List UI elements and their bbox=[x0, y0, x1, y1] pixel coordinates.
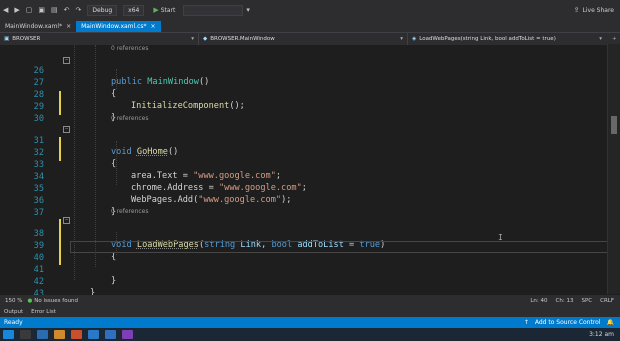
tab-error-list[interactable]: Error List bbox=[27, 309, 60, 315]
search-icon[interactable] bbox=[20, 330, 31, 339]
close-icon[interactable]: × bbox=[151, 23, 156, 30]
code-line-32: 32 { bbox=[0, 137, 610, 169]
project-label: BROWSER bbox=[12, 36, 41, 42]
code-line-35: 35 WebPages.Add("www.google.com"); bbox=[0, 173, 610, 205]
code-line-34: 34 chrome.Address = "www.google.com"; bbox=[0, 161, 610, 193]
forward-icon[interactable]: ▶ bbox=[14, 6, 19, 14]
code-line-43: 43 } bbox=[0, 278, 610, 310]
firefox-icon[interactable] bbox=[71, 330, 82, 339]
close-icon[interactable]: × bbox=[66, 23, 71, 30]
bottom-panel-tabs: Output Error List bbox=[0, 306, 620, 317]
code-line-33: 33 area.Text = "www.google.com"; bbox=[0, 149, 610, 181]
project-icon: ▣ bbox=[4, 36, 10, 42]
live-share-icon: ⇪ bbox=[573, 6, 580, 14]
config-select[interactable]: Debug bbox=[87, 4, 118, 16]
codelens-references[interactable]: 0 references bbox=[111, 115, 149, 122]
code-line-31: 31 void GoHome() bbox=[0, 125, 610, 157]
class-icon: ◆ bbox=[203, 36, 208, 42]
undo-icon[interactable]: ↶ bbox=[64, 6, 70, 14]
member-label: LoadWebPages(string Link, bool addToList… bbox=[419, 36, 556, 42]
os-taskbar: 3:12 am bbox=[0, 328, 620, 341]
tab-output[interactable]: Output bbox=[0, 309, 27, 315]
tab-mainwindow-xaml-cs[interactable]: MainWindow.xaml.cs* × bbox=[76, 21, 161, 32]
taskbar-clock[interactable]: 3:12 am bbox=[589, 331, 614, 338]
code-line-42: 42 } bbox=[0, 266, 610, 298]
issues-status[interactable]: No issues found bbox=[34, 298, 78, 304]
explorer-icon[interactable] bbox=[37, 330, 48, 339]
split-icon[interactable]: + bbox=[612, 36, 617, 42]
codelens-references[interactable]: 0 references bbox=[111, 208, 149, 215]
editor-status-row: 150 % ● No issues found Ln: 40 Ch: 13 SP… bbox=[0, 295, 620, 306]
bell-icon[interactable]: 🔔 bbox=[607, 319, 614, 326]
code-line-36: 36 } bbox=[0, 185, 610, 217]
play-icon: ▶ bbox=[153, 6, 159, 14]
codelens-references[interactable]: 0 references bbox=[111, 45, 149, 52]
start-label: Start bbox=[160, 6, 176, 14]
code-line-30: 30 bbox=[0, 103, 610, 124]
ibeam-cursor-icon: I bbox=[498, 233, 503, 242]
new-file-icon[interactable]: ▢ bbox=[26, 6, 33, 14]
add-source-control-button[interactable]: Add to Source Control bbox=[535, 319, 601, 326]
status-bar: Ready ↑ Add to Source Control 🔔 bbox=[0, 317, 620, 328]
main-toolbar: ◀ ▶ ▢ ▣ ▤ ↶ ↷ Debug x64 ▶ Start ▾ ⇪ Live… bbox=[0, 0, 620, 20]
char-position: Ch: 13 bbox=[555, 297, 574, 304]
tab-label: MainWindow.xaml* bbox=[5, 23, 63, 30]
toolbar-target-box[interactable] bbox=[183, 4, 244, 16]
zoom-level[interactable]: 150 % bbox=[0, 298, 27, 304]
back-icon[interactable]: ◀ bbox=[3, 6, 8, 14]
line-number: 30 bbox=[33, 114, 44, 124]
project-dropdown[interactable]: ▣ BROWSER ▾ bbox=[0, 33, 199, 45]
code-line-41: 41 } bbox=[0, 254, 610, 286]
chevron-down-icon: ▾ bbox=[400, 36, 403, 42]
code-line-37: 37 bbox=[0, 197, 610, 218]
member-dropdown[interactable]: ◈ LoadWebPages(string Link, bool addToLi… bbox=[408, 33, 606, 45]
navigation-bar: ▣ BROWSER ▾ ◆ BROWSER.MainWindow ▾ ◈ Loa… bbox=[0, 32, 620, 46]
class-dropdown[interactable]: ◆ BROWSER.MainWindow ▾ bbox=[199, 33, 408, 45]
ready-status: Ready bbox=[4, 319, 23, 326]
chevron-down-icon: ▾ bbox=[191, 36, 194, 42]
check-icon: ● bbox=[27, 297, 33, 304]
arrow-up-icon: ↑ bbox=[523, 319, 529, 326]
start-button[interactable]: ▶ Start bbox=[153, 6, 175, 14]
live-share-button[interactable]: Live Share bbox=[583, 7, 614, 14]
class-label: BROWSER.MainWindow bbox=[210, 36, 275, 42]
document-tabs: MainWindow.xaml* × MainWindow.xaml.cs* × bbox=[0, 20, 620, 32]
line-position: Ln: 40 bbox=[530, 297, 548, 304]
chevron-down-icon: ▾ bbox=[599, 36, 602, 42]
save-all-icon[interactable]: ▤ bbox=[51, 6, 58, 14]
mail-icon[interactable] bbox=[88, 330, 99, 339]
folder-icon[interactable] bbox=[54, 330, 65, 339]
code-line-39: 39 { bbox=[0, 230, 610, 262]
save-icon[interactable]: ▣ bbox=[38, 6, 45, 14]
whitespace-mode[interactable]: SPC bbox=[581, 298, 592, 304]
line-ending[interactable]: CRLF bbox=[600, 298, 614, 304]
redo-icon[interactable]: ↷ bbox=[76, 6, 82, 14]
tab-label: MainWindow.xaml.cs* bbox=[81, 23, 147, 30]
vscode-icon[interactable] bbox=[105, 330, 116, 339]
code-line-28: 28 InitializeComponent(); bbox=[0, 79, 610, 111]
platform-select[interactable]: x64 bbox=[123, 4, 145, 16]
tab-mainwindow-xaml[interactable]: MainWindow.xaml* × bbox=[0, 21, 76, 32]
code-line-27: 27 { bbox=[0, 67, 610, 99]
method-icon: ◈ bbox=[412, 36, 417, 42]
code-line-29: 29 } bbox=[0, 91, 610, 123]
vertical-scrollbar[interactable] bbox=[607, 44, 620, 294]
code-line-26: 26 public MainWindow() bbox=[0, 55, 610, 87]
toolbar-misc-icon[interactable]: ▾ bbox=[246, 6, 250, 14]
windows-start-icon[interactable] bbox=[3, 330, 14, 339]
visual-studio-icon[interactable] bbox=[122, 330, 133, 339]
toolbar-right: ⇪ Live Share bbox=[571, 6, 614, 14]
code-editor[interactable]: − − − 0 references 26 public MainWindow(… bbox=[0, 45, 620, 310]
scrollbar-thumb[interactable] bbox=[611, 116, 617, 134]
code-line-38: 38 void LoadWebPages(string Link, bool a… bbox=[0, 218, 610, 250]
code-line-40: 40 bbox=[0, 242, 610, 263]
